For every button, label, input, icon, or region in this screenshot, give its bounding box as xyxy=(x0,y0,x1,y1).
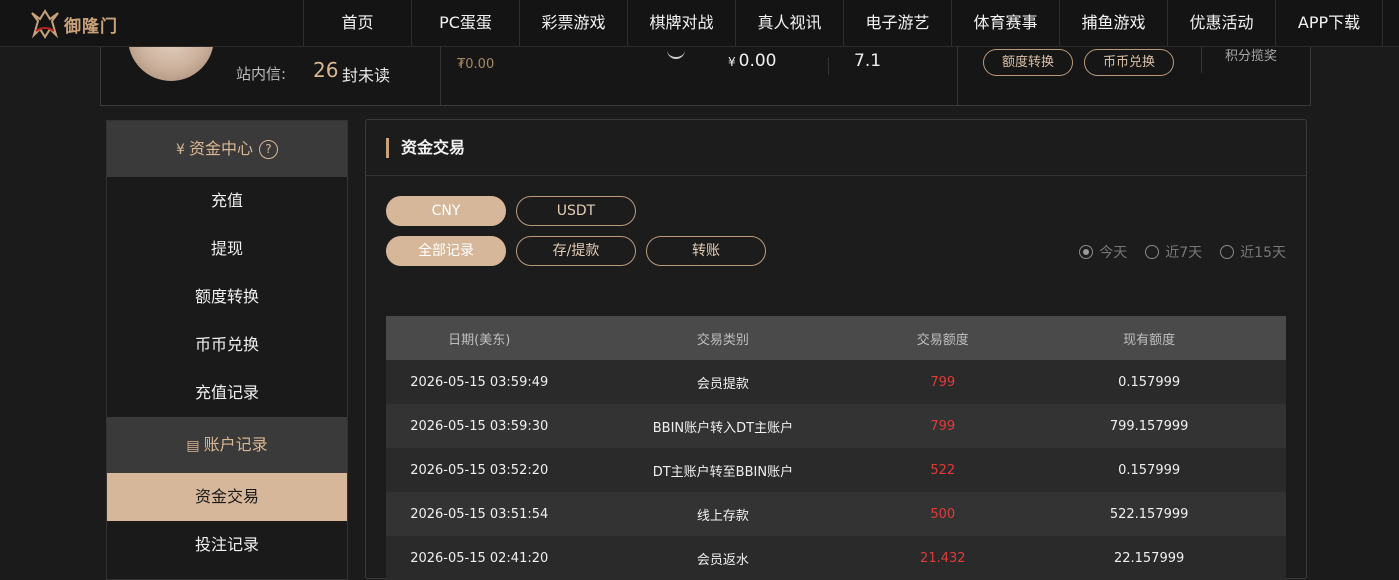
vip-value: 7.1 xyxy=(854,51,882,71)
cell-type: 线上存款 xyxy=(572,492,874,536)
nav-slots[interactable]: 电子游艺 xyxy=(843,0,951,46)
nav-promotions[interactable]: 优惠活动 xyxy=(1167,0,1275,46)
cell-amount: 799 xyxy=(873,360,1013,404)
sidebar-item-exchange[interactable]: 币币兑换 xyxy=(107,321,347,369)
brand-name: 御隆门 xyxy=(64,16,118,37)
transfer-button[interactable]: 额度转换 xyxy=(983,49,1073,76)
column-header-balance: 现有额度 xyxy=(1012,316,1286,360)
main-balance: ¥0.00 xyxy=(728,51,777,71)
cell-type: 会员提款 xyxy=(572,360,874,404)
brand-logo[interactable]: 御隆门 xyxy=(28,6,118,42)
account-summary: 站内信: 26 封未读 ₮0.00 ¥0.00 7.1 额度转换 币币兑换 积分… xyxy=(100,40,1311,106)
usdt-balance: ₮0.00 xyxy=(457,57,495,72)
nav-pc-egg[interactable]: PC蛋蛋 xyxy=(411,0,519,46)
cell-type: DT主账户转至BBIN账户 xyxy=(572,448,874,492)
top-navigation: 御隆门 首页 PC蛋蛋 彩票游戏 棋牌对战 真人视讯 电子游艺 体育赛事 捕鱼游… xyxy=(0,0,1399,47)
dragon-logo-icon xyxy=(31,9,59,39)
divider xyxy=(366,175,1306,176)
table-row: 2026-05-15 03:51:54 线上存款 500 522.157999 xyxy=(386,492,1286,536)
cell-amount: 500 xyxy=(873,492,1013,536)
cell-balance: 0.157999 xyxy=(1012,448,1286,492)
sidebar-section-account-records: ▤ 账户记录 xyxy=(107,417,347,473)
nav-live-casino[interactable]: 真人视讯 xyxy=(735,0,843,46)
range-15-days[interactable]: 近15天 xyxy=(1220,242,1286,262)
range-label: 近15天 xyxy=(1240,245,1286,261)
help-circle-icon[interactable]: ? xyxy=(258,140,278,159)
section-title: 账户记录 xyxy=(203,435,268,454)
inbox-count[interactable]: 26 xyxy=(313,58,338,82)
cell-date: 2026-05-15 03:51:54 xyxy=(386,492,573,536)
transactions-table: 日期(美东) 交易类别 交易额度 现有额度 2026-05-15 03:59:4… xyxy=(386,316,1286,580)
points-draw-link[interactable]: 积分揽奖 xyxy=(1225,45,1277,64)
yen-coin-icon: ¥ xyxy=(176,142,185,158)
radio-icon xyxy=(1079,245,1094,259)
table-header-row: 日期(美东) 交易类别 交易额度 现有额度 xyxy=(386,316,1286,360)
nav-lottery[interactable]: 彩票游戏 xyxy=(519,0,627,46)
nav-fishing[interactable]: 捕鱼游戏 xyxy=(1059,0,1167,46)
table-row: 2026-05-15 03:59:30 BBIN账户转入DT主账户 799 79… xyxy=(386,404,1286,448)
tab-all-records[interactable]: 全部记录 xyxy=(386,236,506,266)
cell-amount: 522 xyxy=(873,448,1013,492)
range-7-days[interactable]: 近7天 xyxy=(1145,242,1202,262)
inbox-unit: 封未读 xyxy=(342,66,391,85)
cell-amount: 21.432 xyxy=(873,536,1013,580)
fund-transactions-panel: 资金交易 CNY USDT 全部记录 存/提款 转账 今天 近7天 近15天 日… xyxy=(365,119,1307,580)
sidebar-item-deposit-records[interactable]: 充值记录 xyxy=(107,369,347,417)
column-header-type: 交易类别 xyxy=(572,316,874,360)
table-row: 2026-05-15 02:41:20 会员返水 21.432 22.15799… xyxy=(386,536,1286,580)
tab-cny[interactable]: CNY xyxy=(386,196,506,226)
section-title: 资金中心 xyxy=(188,139,253,158)
cell-balance: 22.157999 xyxy=(1012,536,1286,580)
nav-home[interactable]: 首页 xyxy=(303,0,411,46)
tab-usdt[interactable]: USDT xyxy=(516,196,636,226)
cell-date: 2026-05-15 02:41:20 xyxy=(386,536,573,580)
sidebar-item-withdraw[interactable]: 提现 xyxy=(107,225,347,273)
exchange-button[interactable]: 币币兑换 xyxy=(1084,49,1174,76)
cell-balance: 522.157999 xyxy=(1012,492,1286,536)
main-balance-value: 0.00 xyxy=(738,51,777,71)
ledger-icon: ▤ xyxy=(186,438,200,454)
cell-date: 2026-05-15 03:59:49 xyxy=(386,360,573,404)
cell-type: BBIN账户转入DT主账户 xyxy=(572,404,874,448)
sidebar-item-bet-records[interactable]: 投注记录 xyxy=(107,521,347,569)
table-row: 2026-05-15 03:52:20 DT主账户转至BBIN账户 522 0.… xyxy=(386,448,1286,492)
divider xyxy=(828,57,829,75)
range-label: 今天 xyxy=(1099,245,1128,261)
refresh-icon[interactable] xyxy=(667,45,685,59)
sidebar-item-fund-transactions[interactable]: 资金交易 xyxy=(107,473,347,521)
sidebar-item-deposit[interactable]: 充值 xyxy=(107,177,347,225)
sidebar: ¥ 资金中心? 充值 提现 额度转换 币币兑换 充值记录 ▤ 账户记录 资金交易 投… xyxy=(106,120,348,580)
table-row: 2026-05-15 03:59:49 会员提款 799 0.157999 xyxy=(386,360,1286,404)
column-header-date: 日期(美东) xyxy=(386,316,573,360)
cell-balance: 799.157999 xyxy=(1012,404,1286,448)
radio-icon xyxy=(1145,245,1160,259)
cell-type: 会员返水 xyxy=(572,536,874,580)
nav-app-download[interactable]: APP下载 xyxy=(1275,0,1383,46)
cell-date: 2026-05-15 03:59:30 xyxy=(386,404,573,448)
cell-balance: 0.157999 xyxy=(1012,360,1286,404)
currency-symbol: ¥ xyxy=(728,55,736,69)
nav-sports[interactable]: 体育赛事 xyxy=(951,0,1059,46)
divider xyxy=(957,41,958,105)
sidebar-section-fund-center: ¥ 资金中心? xyxy=(107,121,347,177)
inbox-label: 站内信: xyxy=(236,65,287,83)
range-label: 近7天 xyxy=(1165,245,1203,261)
nav-chess-cards[interactable]: 棋牌对战 xyxy=(627,0,735,46)
date-range-selector: 今天 近7天 近15天 xyxy=(1079,242,1286,262)
tab-transfer[interactable]: 转账 xyxy=(646,236,766,266)
cell-date: 2026-05-15 03:52:20 xyxy=(386,448,573,492)
cell-amount: 799 xyxy=(873,404,1013,448)
page-title: 资金交易 xyxy=(386,138,465,158)
divider xyxy=(440,41,441,105)
sidebar-item-transfer[interactable]: 额度转换 xyxy=(107,273,347,321)
range-today[interactable]: 今天 xyxy=(1079,242,1127,262)
column-header-amount: 交易额度 xyxy=(873,316,1013,360)
main-menu: 首页 PC蛋蛋 彩票游戏 棋牌对战 真人视讯 电子游艺 体育赛事 捕鱼游戏 优惠… xyxy=(303,0,1383,46)
tab-deposit-withdraw[interactable]: 存/提款 xyxy=(516,236,636,266)
radio-icon xyxy=(1220,245,1235,259)
